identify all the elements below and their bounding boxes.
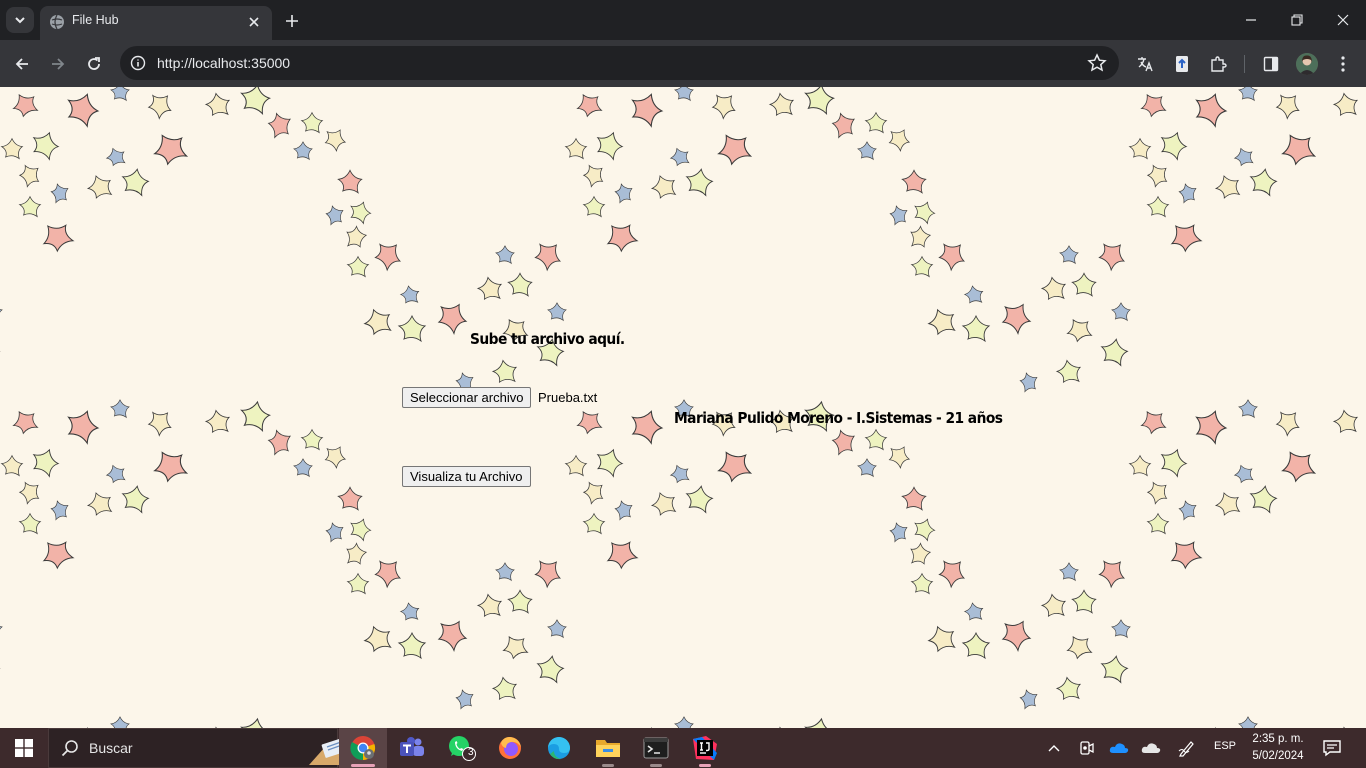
browser-tab-bar: File Hub — [0, 0, 1366, 40]
start-button[interactable] — [6, 732, 42, 764]
search-icon — [61, 740, 78, 757]
tab-search-button[interactable] — [6, 7, 34, 33]
author-info: Mariana Pulido Moreno - I.Sistemas - 21 … — [674, 409, 1003, 427]
restore-icon — [1291, 14, 1303, 26]
choose-file-button[interactable]: Seleccionar archivo — [402, 387, 532, 408]
chevron-down-icon — [15, 17, 25, 24]
taskbar-file-explorer[interactable] — [584, 728, 632, 768]
translate-icon[interactable] — [1133, 52, 1157, 76]
open-indicator — [650, 764, 662, 767]
keyboard-language[interactable]: ESP — [1214, 740, 1236, 752]
toolbar-separator — [1244, 55, 1245, 73]
windows-logo-icon — [15, 739, 33, 757]
taskbar-intellij[interactable] — [681, 728, 729, 768]
taskbar-terminal[interactable] — [632, 728, 680, 768]
pen-tray-icon[interactable] — [1177, 738, 1197, 758]
tab-close-button[interactable] — [244, 12, 264, 32]
close-icon — [249, 17, 259, 27]
new-tab-button[interactable] — [280, 9, 304, 33]
bookmark-star-icon[interactable] — [1087, 53, 1107, 73]
chrome-icon — [350, 736, 376, 761]
page-viewport: Sube tu archivo aquí. Seleccionar archiv… — [0, 87, 1366, 728]
chevron-up-icon — [1048, 745, 1060, 752]
tab-file-hub[interactable]: File Hub — [40, 6, 272, 40]
arrow-left-icon — [15, 58, 28, 70]
info-icon[interactable] — [128, 53, 148, 73]
extension-upload-icon[interactable] — [1170, 52, 1194, 76]
clock-time: 2:35 p. m. — [1252, 733, 1304, 745]
plus-icon — [286, 15, 298, 27]
reload-icon — [88, 57, 100, 70]
address-bar[interactable]: http://localhost:35000 — [120, 46, 1119, 80]
folder-icon — [596, 740, 620, 757]
upload-heading: Sube tu archivo aquí. — [470, 330, 625, 348]
notification-center-button[interactable] — [1322, 738, 1344, 758]
edge-icon — [548, 737, 570, 760]
taskbar-chrome[interactable] — [339, 728, 387, 768]
minimize-icon — [1246, 19, 1256, 21]
globe-icon — [50, 14, 64, 30]
taskbar-clock[interactable]: 2:35 p. m. 5/02/2024 — [1246, 731, 1310, 765]
side-panel-icon[interactable] — [1259, 52, 1283, 76]
search-placeholder: Buscar — [89, 740, 133, 756]
view-file-button[interactable]: Visualiza tu Archivo — [402, 466, 531, 487]
taskbar-edge[interactable] — [535, 728, 583, 768]
back-button[interactable] — [8, 50, 36, 78]
menu-kebab-icon[interactable] — [1331, 52, 1355, 76]
browser-toolbar: http://localhost:35000 — [0, 40, 1366, 87]
open-indicator — [602, 764, 614, 767]
taskbar-firefox[interactable] — [486, 728, 534, 768]
forward-button[interactable] — [44, 50, 72, 78]
onedrive-blue-icon[interactable] — [1109, 738, 1129, 758]
extensions-puzzle-icon[interactable] — [1206, 52, 1230, 76]
restore-button[interactable] — [1274, 0, 1320, 40]
onedrive-icon[interactable] — [1141, 738, 1161, 758]
taskbar-whatsapp[interactable]: 3 — [437, 728, 485, 768]
arrow-right-icon — [52, 58, 65, 70]
notification-icon — [1323, 740, 1341, 757]
intellij-icon — [693, 736, 717, 760]
taskbar-search[interactable]: Buscar — [48, 728, 373, 768]
active-indicator — [351, 764, 375, 767]
open-indicator — [699, 764, 711, 767]
url-text[interactable]: http://localhost:35000 — [157, 55, 290, 71]
leaf-background-pattern — [0, 87, 1359, 728]
whatsapp-badge: 3 — [468, 747, 474, 758]
reload-button[interactable] — [80, 50, 108, 78]
tab-title: File Hub — [72, 13, 119, 27]
clock-date: 5/02/2024 — [1252, 750, 1304, 762]
minimize-button[interactable] — [1228, 0, 1274, 40]
terminal-icon — [643, 737, 669, 759]
profile-avatar[interactable] — [1296, 53, 1318, 75]
firefox-icon — [499, 737, 521, 759]
close-icon — [1337, 14, 1349, 26]
show-hidden-icons-button[interactable] — [1044, 738, 1064, 758]
teams-icon — [400, 737, 424, 756]
taskbar-teams[interactable] — [388, 728, 436, 768]
windows-taskbar: Buscar 3 ESP 2:35 p. m. 5/02/2024 — [0, 728, 1366, 768]
close-window-button[interactable] — [1320, 0, 1366, 40]
camera-tray-icon[interactable] — [1077, 738, 1097, 758]
selected-file-name: Prueba.txt — [538, 390, 598, 405]
